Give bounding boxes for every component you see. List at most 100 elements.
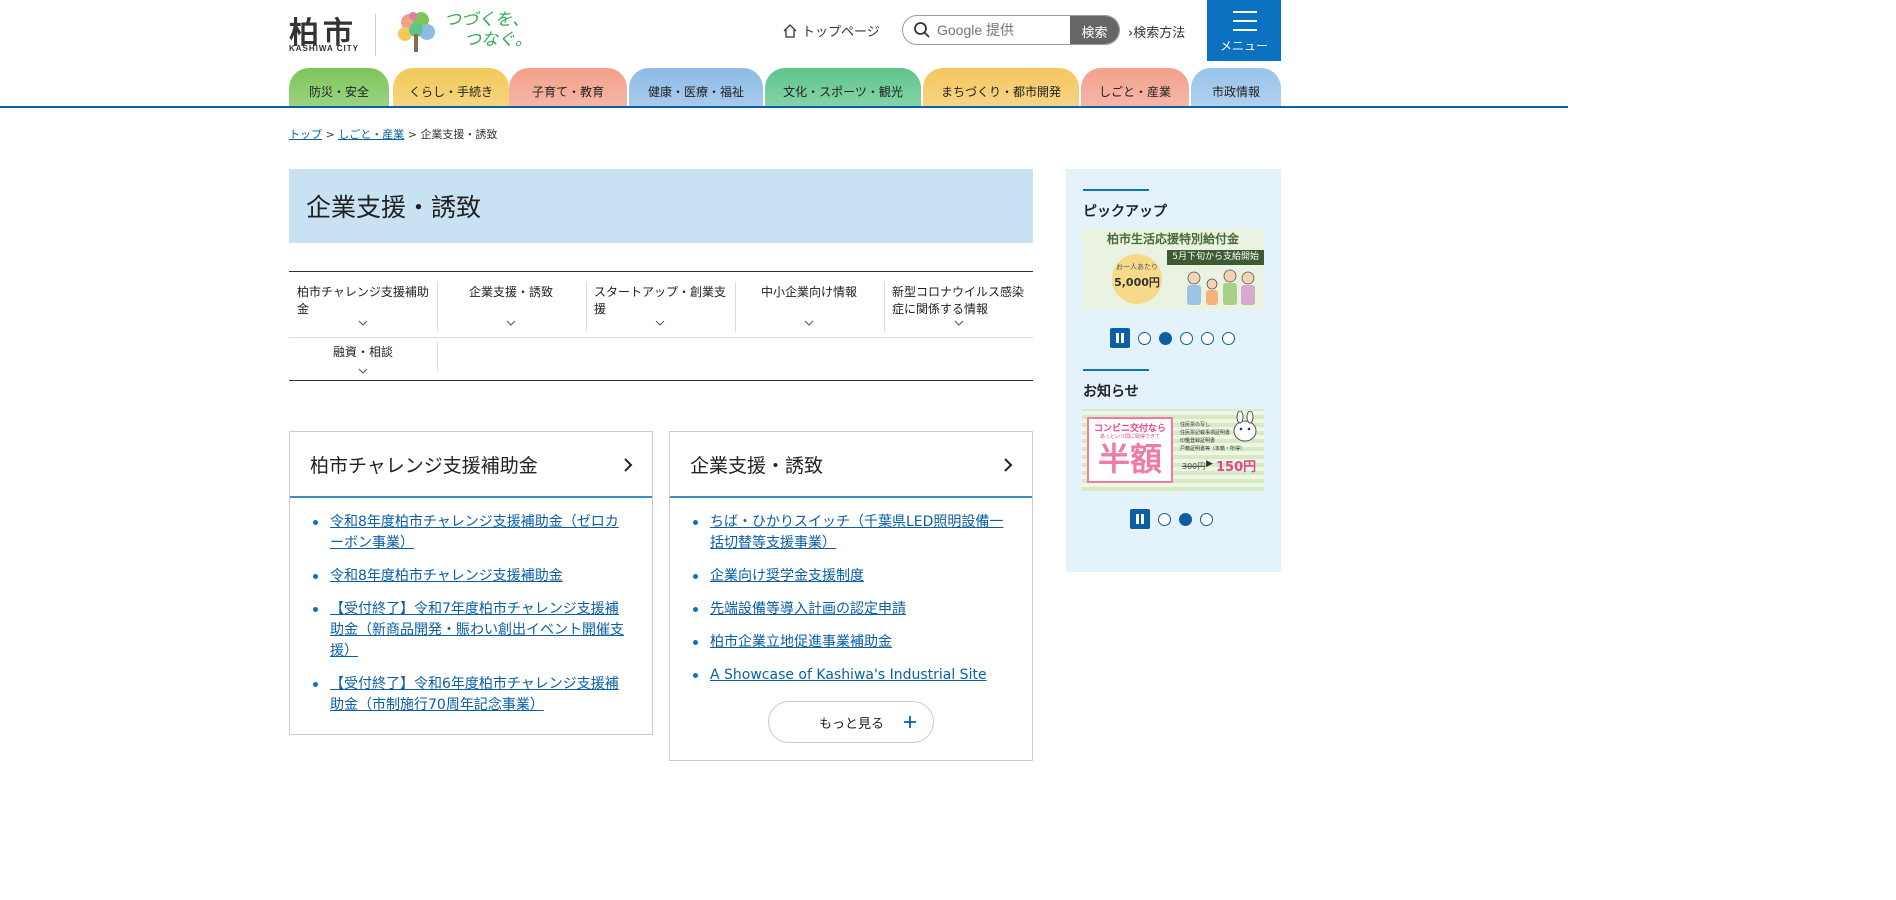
tree-logo-icon (398, 12, 435, 52)
site-logo-roman: KASHIWA CITY (289, 44, 359, 53)
news-banner[interactable]: コンビニ交付なら あっという間に取得できて 半額 住民票の写し 住民票記載事項証… (1082, 409, 1264, 491)
card-heading-link[interactable]: 柏市チャレンジ支援補助金 (290, 432, 652, 498)
card-link-list: 令和8年度柏市チャレンジ支援補助金（ゼロカーボン事業） 令和8年度柏市チャレンジ… (290, 498, 652, 716)
nav-tab-safety[interactable]: 防災・安全 (289, 68, 389, 108)
chevron-right-icon (1004, 458, 1013, 472)
subcategory-label: 新型コロナウイルス感染症に関係する情報 (892, 285, 1025, 316)
article-link[interactable]: 【受付終了】令和7年度柏市チャレンジ支援補助金（新商品開発・賑わい創出イベント開… (330, 601, 624, 659)
pickup-amount-circle: お一人あたり 5,000円 (1112, 254, 1162, 304)
slogan-line-2: つなぐ。 (464, 30, 532, 50)
article-link[interactable]: 柏市企業立地促進事業補助金 (710, 634, 892, 650)
nav-tab-childcare[interactable]: 子育て・教育 (509, 68, 627, 108)
nav-tab-work[interactable]: しごと・産業 (1081, 68, 1189, 108)
pause-icon[interactable] (1110, 328, 1130, 348)
carousel-dot[interactable] (1222, 331, 1235, 345)
article-link[interactable]: 令和8年度柏市チャレンジ支援補助金（ゼロカーボン事業） (330, 514, 619, 551)
article-link[interactable]: A Showcase of Kashiwa's Industrial Site (710, 667, 987, 683)
article-link[interactable]: 令和8年度柏市チャレンジ支援補助金 (330, 568, 563, 584)
nav-underline (0, 106, 1568, 108)
heading-accent-bar (1083, 369, 1149, 371)
logo-divider (375, 14, 376, 56)
pickup-heading: ピックアップ (1083, 189, 1167, 221)
carousel-dot[interactable] (1158, 512, 1171, 526)
news-banner-old-price: 300円 (1182, 462, 1206, 471)
card-business-support: 企業支援・誘致 ちば・ひかりスイッチ（千葉県LED照明設備一括切替等支援事業） … (669, 431, 1033, 761)
subcategory-covid[interactable]: 新型コロナウイルス感染症に関係する情報 (884, 272, 1033, 332)
divider (884, 282, 885, 332)
chevron-down-icon (358, 368, 368, 374)
home-icon (783, 23, 797, 38)
pickup-amount-label: お一人あたり (1116, 263, 1158, 271)
article-link[interactable]: 先端設備等導入計画の認定申請 (710, 601, 906, 617)
chevron-down-icon (506, 320, 516, 326)
breadcrumb-parent[interactable]: しごと・産業 (338, 128, 404, 141)
subcategory-label: 中小企業向け情報 (760, 285, 857, 299)
breadcrumb-top[interactable]: トップ (289, 128, 322, 141)
arrow-right-icon: ▶ (1206, 459, 1213, 469)
subcategory-financing[interactable]: 融資・相談 (289, 334, 437, 380)
article-link[interactable]: 企業向け奨学金支援制度 (710, 568, 864, 584)
page-title: 企業支援・誘致 (289, 169, 1033, 243)
pause-icon[interactable] (1130, 509, 1150, 529)
breadcrumb-separator: > (407, 128, 417, 141)
news-banner-new-price: 150円 (1216, 460, 1257, 475)
carousel-dot[interactable] (1200, 512, 1213, 526)
city-slogan: つづくを、 つなぐ。 (444, 10, 532, 50)
nav-tab-city-planning[interactable]: まちづくり・都市開発 (923, 68, 1079, 108)
card-title: 企業支援・誘致 (690, 454, 824, 477)
search-method-link[interactable]: ›検索方法 (1128, 22, 1185, 41)
card-heading-link[interactable]: 企業支援・誘致 (670, 432, 1032, 498)
news-banner-promo: コンビニ交付なら あっという間に取得できて 半額 (1087, 417, 1173, 483)
divider (735, 282, 736, 332)
list-item: 令和8年度柏市チャレンジ支援補助金（ゼロカーボン事業） (310, 512, 632, 554)
news-banner-item: 戸籍証明書等（本籍・所得） (1180, 446, 1246, 452)
search-method-label: 検索方法 (1133, 26, 1186, 41)
list-item: 【受付終了】令和6年度柏市チャレンジ支援補助金（市制施行70周年記念事業） (310, 674, 632, 716)
pickup-banner[interactable]: 柏市生活応援特別給付金 5月下旬から支給開始 お一人あたり 5,000円 (1082, 228, 1264, 310)
carousel-dot[interactable] (1201, 331, 1214, 345)
site-search: 検索 (902, 15, 1120, 45)
subcategory-sme-info[interactable]: 中小企業向け情報 (735, 272, 883, 332)
news-banner-big-text: 半額 (1097, 440, 1162, 478)
list-item: ちば・ひかりスイッチ（千葉県LED照明設備一括切替等支援事業） (690, 512, 1012, 554)
carousel-dot-active[interactable] (1179, 512, 1192, 526)
pickup-carousel-controls (1110, 328, 1235, 348)
top-page-link[interactable]: トップページ (782, 21, 880, 40)
card-title: 柏市チャレンジ支援補助金 (310, 454, 538, 477)
list-item: 【受付終了】令和7年度柏市チャレンジ支援補助金（新商品開発・賑わい創出イベント開… (310, 599, 632, 662)
nav-tab-administration[interactable]: 市政情報 (1191, 68, 1281, 108)
breadcrumb-separator: > (325, 128, 335, 141)
subcategory-business-support[interactable]: 企業支援・誘致 (437, 272, 585, 332)
site-header: 柏市 KASHIWA CITY つづくを、 つなぐ。 トップページ 検索 ›検索… (0, 0, 1568, 108)
carousel-dot[interactable] (1138, 331, 1151, 345)
global-nav: 防災・安全 くらし・手続き 子育て・教育 健康・医療・福祉 文化・スポーツ・観光… (289, 68, 1281, 108)
chevron-down-icon (954, 320, 963, 326)
menu-button[interactable]: メニュー (1207, 0, 1281, 61)
carousel-dot-active[interactable] (1159, 331, 1172, 345)
news-carousel-controls (1130, 509, 1213, 529)
slogan-line-1: つづくを、 (444, 10, 529, 30)
list-item: 先端設備等導入計画の認定申請 (690, 599, 1012, 620)
search-input[interactable] (937, 22, 1057, 38)
divider (586, 282, 587, 332)
article-link[interactable]: ちば・ひかりスイッチ（千葉県LED照明設備一括切替等支援事業） (710, 514, 1003, 551)
chevron-down-icon (655, 320, 665, 326)
mascot-icon (1233, 411, 1257, 442)
subcategory-nav: 柏市チャレンジ支援補助金 企業支援・誘致 スタートアップ・創業支援 中小企業向け… (289, 271, 1033, 381)
divider (437, 282, 438, 332)
article-link[interactable]: 【受付終了】令和6年度柏市チャレンジ支援補助金（市制施行70周年記念事業） (330, 676, 619, 713)
list-item: 企業向け奨学金支援制度 (690, 566, 1012, 587)
pickup-banner-subtitle: 5月下旬から支給開始 (1167, 250, 1264, 265)
nav-tab-culture[interactable]: 文化・スポーツ・観光 (765, 68, 921, 108)
carousel-dot[interactable] (1180, 331, 1193, 345)
news-heading-label: お知らせ (1083, 384, 1139, 400)
nav-tab-health[interactable]: 健康・医療・福祉 (629, 68, 763, 108)
more-button[interactable]: もっと見る (768, 701, 934, 743)
search-button[interactable]: 検索 (1070, 16, 1119, 44)
subcategory-challenge-subsidy[interactable]: 柏市チャレンジ支援補助金 (289, 272, 437, 332)
subcategory-startup[interactable]: スタートアップ・創業支援 (586, 272, 734, 332)
sidebar: ピックアップ 柏市生活応援特別給付金 5月下旬から支給開始 お一人あたり 5,0… (1066, 169, 1281, 572)
nav-tab-living[interactable]: くらし・手続き (393, 68, 509, 108)
chevron-down-icon (358, 320, 368, 326)
subcategory-label: 企業支援・誘致 (468, 285, 553, 299)
